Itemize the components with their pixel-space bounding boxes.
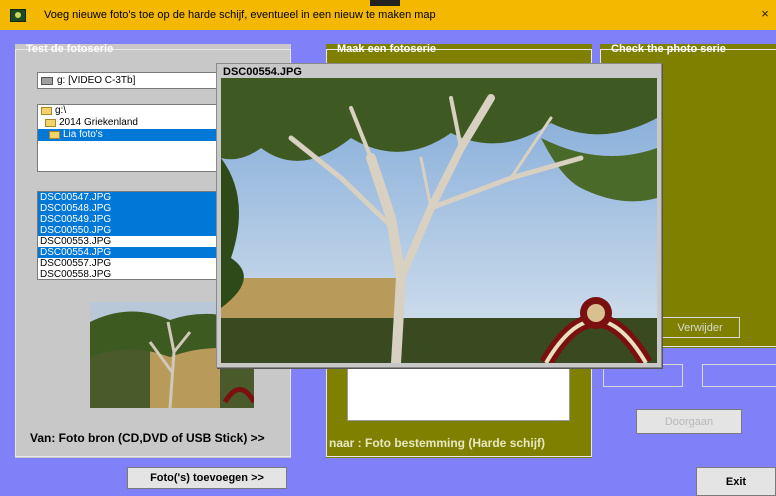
folder-icon	[49, 131, 60, 139]
file-item[interactable]: DSC00550.JPG	[38, 225, 226, 236]
maak-fotoserie-legend: Maak een fotoserie	[337, 43, 437, 55]
destination-list[interactable]	[347, 364, 570, 421]
file-item[interactable]: DSC00547.JPG	[38, 192, 226, 203]
drive-value: g: [VIDEO C-3Tb]	[57, 75, 136, 86]
file-item[interactable]: DSC00554.JPG	[38, 247, 226, 258]
directory-list[interactable]: g:\ 2014 Griekenland Lia foto's	[37, 104, 227, 172]
directory-item[interactable]: g:\	[38, 105, 226, 117]
exit-button[interactable]: Exit	[696, 467, 776, 496]
destination-label: naar : Foto bestemming (Harde schijf)	[329, 436, 546, 450]
file-item[interactable]: DSC00557.JPG	[38, 258, 226, 269]
check-photo-serie-legend: Check the photo serie	[611, 43, 726, 55]
preview-title: DSC00554.JPG	[223, 66, 302, 78]
disabled-button-right[interactable]	[702, 364, 776, 387]
title-bar: Voeg nieuwe foto's toe op de harde schij…	[0, 0, 776, 30]
file-list[interactable]: DSC00547.JPG DSC00548.JPG DSC00549.JPG D…	[37, 191, 227, 280]
directory-item-selected[interactable]: Lia foto's	[38, 129, 226, 141]
add-photos-button[interactable]: Foto('s) toevoegen >>	[127, 467, 287, 489]
title-bar-decoration	[370, 0, 400, 6]
file-item[interactable]: DSC00549.JPG	[38, 214, 226, 225]
directory-item[interactable]: 2014 Griekenland	[38, 117, 226, 129]
test-fotoserie-legend: Test de fotoserie	[26, 43, 114, 55]
file-item[interactable]: DSC00553.JPG	[38, 236, 226, 247]
file-item[interactable]: DSC00548.JPG	[38, 203, 226, 214]
delete-button[interactable]: Verwijder	[660, 317, 740, 338]
window-title: Voeg nieuwe foto's toe op de harde schij…	[44, 9, 436, 21]
drive-select[interactable]: g: [VIDEO C-3Tb]	[37, 72, 227, 89]
continue-button[interactable]: Doorgaan	[636, 409, 742, 434]
photo-preview-window[interactable]: DSC00554.JPG	[216, 63, 662, 368]
file-item[interactable]: DSC00558.JPG	[38, 269, 226, 280]
app-icon	[10, 9, 26, 22]
source-label: Van: Foto bron (CD,DVD of USB Stick) >>	[30, 431, 265, 445]
open-folder-icon	[41, 107, 52, 115]
drive-icon	[41, 76, 53, 85]
close-icon[interactable]: ×	[758, 4, 772, 24]
preview-photo	[221, 78, 657, 363]
open-folder-icon	[45, 119, 56, 127]
